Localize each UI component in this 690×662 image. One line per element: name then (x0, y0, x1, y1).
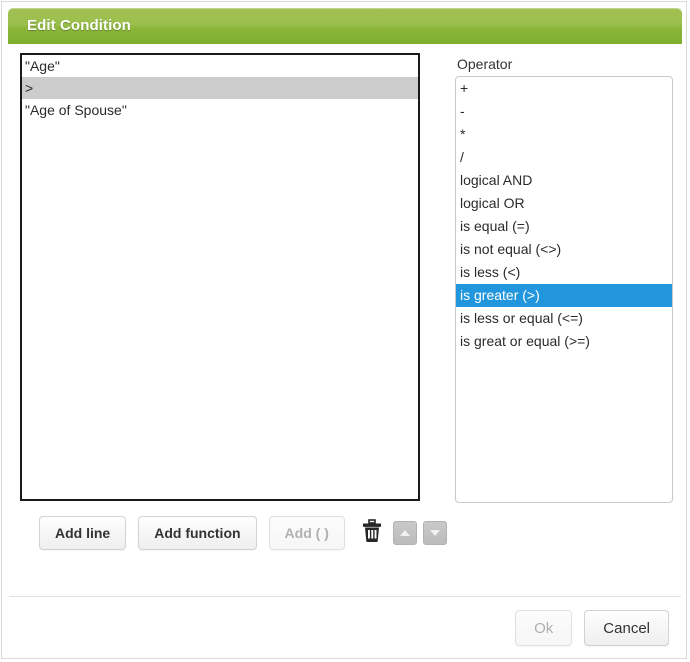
edit-condition-dialog: Edit Condition "Age" > "Age of Spouse" O… (1, 1, 687, 659)
operator-item-logical-and[interactable]: logical AND (456, 169, 672, 192)
trash-icon (361, 518, 383, 548)
operator-item-is-less-or-equal[interactable]: is less or equal (<=) (456, 307, 672, 330)
operator-item-is-less[interactable]: is less (<) (456, 261, 672, 284)
expression-list-item[interactable]: "Age" (22, 55, 418, 77)
operator-listbox[interactable]: + - * / logical AND logical OR is equal … (455, 76, 673, 503)
dialog-footer: Ok Cancel (503, 610, 669, 646)
ok-button[interactable]: Ok (515, 610, 573, 646)
operator-item-is-greater[interactable]: is greater (>) (456, 284, 672, 307)
expression-list-item[interactable]: "Age of Spouse" (22, 99, 418, 121)
operator-item-is-equal[interactable]: is equal (=) (456, 215, 672, 238)
move-down-button[interactable] (422, 521, 447, 545)
operator-item-logical-or[interactable]: logical OR (456, 192, 672, 215)
expression-listbox[interactable]: "Age" > "Age of Spouse" (20, 53, 420, 501)
add-line-button[interactable]: Add line (39, 516, 127, 550)
add-function-button[interactable]: Add function (138, 516, 257, 550)
dialog-titlebar: Edit Condition (8, 8, 682, 44)
expression-toolbar: Add line Add function Add ( ) (39, 515, 453, 551)
expression-list-item[interactable]: > (22, 77, 418, 99)
arrow-up-icon (399, 524, 411, 542)
add-parentheses-button[interactable]: Add ( ) (268, 516, 345, 550)
arrow-down-icon (429, 524, 441, 542)
operator-item-multiply[interactable]: * (456, 123, 672, 146)
operator-item-is-great-or-equal[interactable]: is great or equal (>=) (456, 330, 672, 353)
cancel-button[interactable]: Cancel (584, 610, 669, 646)
dialog-title: Edit Condition (27, 17, 131, 34)
operator-label: Operator (457, 56, 513, 72)
operator-item-divide[interactable]: / (456, 146, 672, 169)
footer-divider (9, 596, 681, 597)
operator-item-plus[interactable]: + (456, 77, 672, 100)
operator-item-minus[interactable]: - (456, 100, 672, 123)
move-up-button[interactable] (392, 521, 417, 545)
operator-item-is-not-equal[interactable]: is not equal (<>) (456, 238, 672, 261)
delete-button[interactable] (359, 518, 385, 548)
